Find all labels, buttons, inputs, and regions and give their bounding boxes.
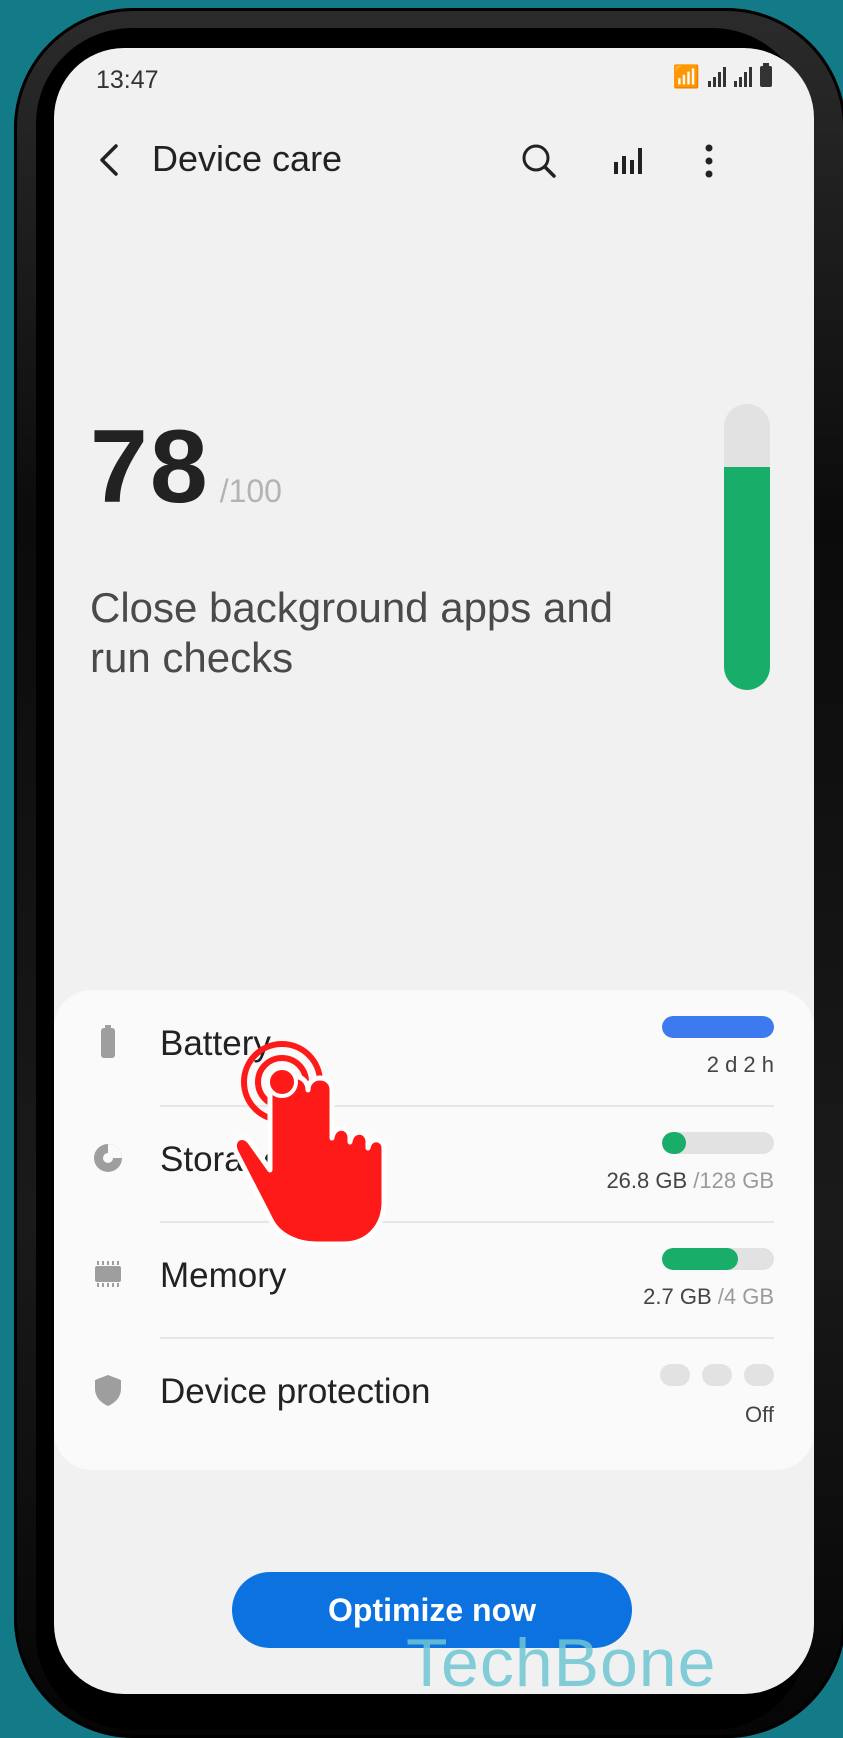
shield-icon bbox=[90, 1372, 126, 1408]
device-protection-label: Device protection bbox=[160, 1372, 431, 1411]
memory-chip-icon bbox=[90, 1256, 126, 1292]
more-options-icon[interactable] bbox=[686, 138, 732, 184]
score: 78/100 bbox=[90, 408, 282, 527]
watermark: TechBone bbox=[406, 1625, 717, 1694]
stats-icon[interactable] bbox=[604, 138, 650, 184]
device-protection-row[interactable]: Device protection Off bbox=[54, 1338, 814, 1454]
app-bar: Device care bbox=[54, 126, 814, 196]
status-bar: 13:47 📶 bbox=[96, 58, 772, 98]
storage-row[interactable]: Storage 26.8 GB /128 GB bbox=[54, 1106, 814, 1223]
memory-label: Memory bbox=[160, 1256, 287, 1295]
memory-value: 2.7 GB /4 GB bbox=[643, 1284, 774, 1310]
storage-value: 26.8 GB /128 GB bbox=[606, 1168, 774, 1194]
search-icon[interactable] bbox=[516, 138, 562, 184]
storage-bar bbox=[662, 1132, 774, 1154]
screen: 13:47 📶 Device care 78/100 Close backgro… bbox=[54, 48, 814, 1694]
score-max: /100 bbox=[219, 473, 282, 509]
memory-used: 2.7 GB bbox=[643, 1284, 712, 1309]
score-gauge-fill bbox=[724, 466, 770, 690]
signal-icon bbox=[734, 67, 752, 87]
wifi-icon: 📶 bbox=[672, 64, 700, 89]
status-time: 13:47 bbox=[96, 66, 159, 94]
score-gauge bbox=[724, 404, 770, 690]
storage-total: /128 GB bbox=[693, 1168, 774, 1193]
memory-total: /4 GB bbox=[717, 1284, 774, 1309]
tap-hand-icon bbox=[228, 1030, 408, 1250]
memory-bar bbox=[662, 1248, 774, 1270]
battery-value-text: 2 d 2 h bbox=[706, 1052, 774, 1077]
battery-bar-fill bbox=[662, 1016, 774, 1038]
score-message: Close background apps and run checks bbox=[90, 584, 614, 681]
score-value: 78 bbox=[90, 409, 210, 525]
device-protection-value: Off bbox=[745, 1402, 774, 1428]
battery-bar bbox=[662, 1016, 774, 1038]
battery-status-icon bbox=[760, 63, 772, 87]
storage-pie-icon bbox=[90, 1140, 126, 1176]
back-arrow-icon[interactable] bbox=[90, 140, 130, 180]
status-icons: 📶 bbox=[672, 63, 772, 89]
battery-icon bbox=[90, 1024, 126, 1060]
device-care-card: Battery 2 d 2 h Storage 26.8 GB /128 GB … bbox=[54, 990, 814, 1470]
battery-row[interactable]: Battery 2 d 2 h bbox=[54, 990, 814, 1107]
storage-bar-fill bbox=[662, 1132, 686, 1154]
memory-row[interactable]: Memory 2.7 GB /4 GB bbox=[54, 1222, 814, 1339]
page-title: Device care bbox=[152, 138, 343, 179]
memory-bar-fill bbox=[662, 1248, 739, 1270]
protection-status-dots bbox=[660, 1364, 774, 1386]
signal-icon bbox=[708, 67, 726, 87]
battery-value: 2 d 2 h bbox=[707, 1052, 774, 1078]
storage-used: 26.8 GB bbox=[606, 1168, 688, 1193]
device-protection-status: Off bbox=[745, 1402, 774, 1427]
